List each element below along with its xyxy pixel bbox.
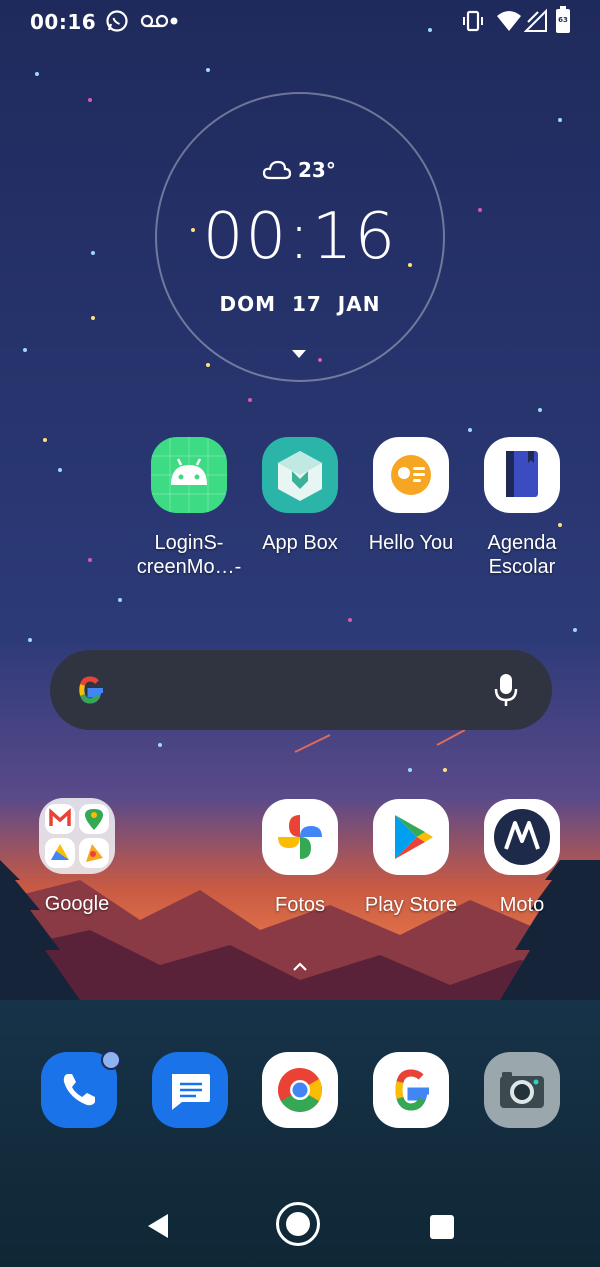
app-label: Hello You <box>368 532 454 554</box>
weather[interactable]: 23° <box>262 158 336 182</box>
microphone-icon[interactable] <box>492 670 520 710</box>
battery-level: 63 <box>558 16 568 24</box>
folder-google[interactable]: Google <box>17 798 137 916</box>
hello-you-icon <box>373 437 449 513</box>
app-label: Play Store <box>364 894 458 916</box>
app-label: App Box <box>262 532 338 554</box>
app-box-icon <box>262 437 338 513</box>
app-app-box[interactable]: App Box <box>240 437 360 555</box>
recents-icon[interactable] <box>430 1215 454 1239</box>
play-store-icon <box>373 799 449 875</box>
app-label: Fotos <box>274 894 326 916</box>
vibrate-icon <box>463 10 483 32</box>
widget-date: DOM 17 JAN <box>219 292 381 316</box>
google-photos-icon <box>262 799 338 875</box>
motorola-icon <box>484 799 560 875</box>
back-icon[interactable] <box>146 1213 170 1239</box>
temperature: 23° <box>298 158 336 182</box>
folder-label: Google <box>44 893 110 915</box>
chrome-icon[interactable] <box>262 1052 338 1128</box>
google-g-icon <box>79 676 103 704</box>
app-label: Agenda Escolar <box>487 532 557 578</box>
voicemail-icon <box>140 14 169 28</box>
expand-caret-icon[interactable] <box>292 350 306 358</box>
status-bar: 00:16 63 <box>0 0 600 44</box>
messages-icon[interactable] <box>152 1052 228 1128</box>
home-icon[interactable] <box>276 1202 320 1246</box>
battery-icon: 63 <box>556 6 570 33</box>
wifi-icon <box>497 11 521 31</box>
android-icon <box>151 437 227 513</box>
dot-icon <box>170 17 178 25</box>
google-search-bar[interactable] <box>50 650 552 730</box>
signal-icon <box>524 8 547 32</box>
status-time: 00:16 <box>30 10 97 34</box>
app-agenda-escolar[interactable]: Agenda Escolar <box>462 437 582 579</box>
app-fotos[interactable]: Fotos <box>240 799 360 917</box>
google-app-icon[interactable] <box>373 1052 449 1128</box>
google-folder-icon <box>39 798 115 874</box>
app-hello-you[interactable]: Hello You <box>351 437 471 555</box>
app-moto[interactable]: Moto <box>462 799 582 917</box>
app-play-store[interactable]: Play Store <box>351 799 471 917</box>
app-loginscreen[interactable]: LoginS- creenMo…- <box>129 437 249 579</box>
app-label: LoginS- creenMo…- <box>136 532 242 578</box>
app-drawer-caret-icon[interactable] <box>292 962 308 972</box>
widget-time: 00:16 <box>202 200 398 274</box>
notification-dot <box>101 1050 121 1070</box>
whatsapp-icon <box>106 10 128 32</box>
cloud-icon <box>262 160 292 180</box>
app-label: Moto <box>499 894 545 916</box>
agenda-icon <box>484 437 560 513</box>
camera-icon[interactable] <box>484 1052 560 1128</box>
